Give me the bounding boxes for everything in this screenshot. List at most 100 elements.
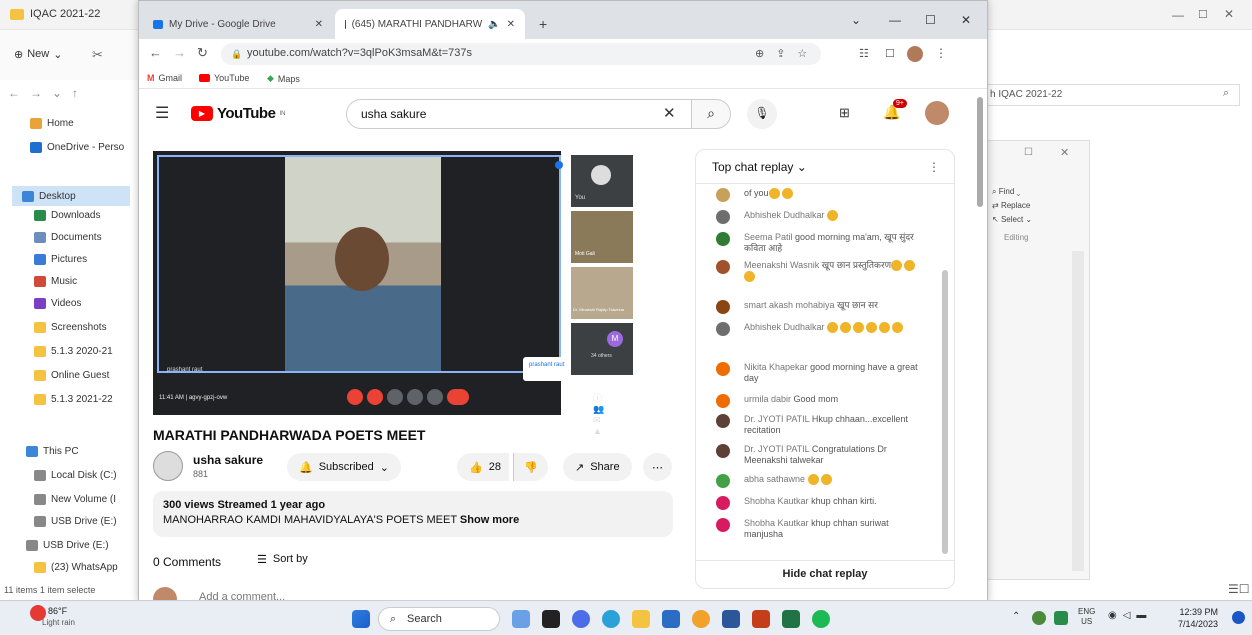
excel-icon[interactable] <box>782 610 800 628</box>
explorer-search-input[interactable]: h IQAC 2021-22 <box>985 84 1240 106</box>
sidebar-item[interactable]: This PC <box>26 446 79 457</box>
maximize-icon[interactable]: ☐ <box>1198 8 1208 21</box>
sidebar-item[interactable]: Screenshots <box>34 322 107 333</box>
sidebar-item[interactable]: Documents <box>34 232 102 243</box>
sidebar-item[interactable]: Local Disk (C:) <box>34 470 117 481</box>
nav-arrows-icon[interactable]: ←→⌄↑ <box>8 86 88 100</box>
start-windows-icon[interactable] <box>352 610 370 628</box>
hide-chat-replay-button[interactable]: Hide chat replay <box>696 560 954 588</box>
dislike-button[interactable]: 👎 <box>513 453 548 481</box>
view-toggle-icon[interactable]: ☰☐ <box>1228 582 1250 596</box>
page-scrollbar[interactable] <box>977 97 983 207</box>
edge-icon[interactable] <box>602 610 620 628</box>
share-button[interactable]: ↗ Share <box>563 453 632 481</box>
close-tab-icon[interactable]: ✕ <box>507 19 515 30</box>
like-button[interactable]: 👍 28 <box>457 453 509 481</box>
chat-menu-kebab-icon[interactable]: ⋮ <box>928 160 940 174</box>
extensions-icon[interactable]: ☷ <box>859 47 869 60</box>
close-icon[interactable]: ✕ <box>1060 146 1069 159</box>
task-view-icon[interactable] <box>512 610 530 628</box>
bookmark-maps[interactable]: ◆ Maps <box>267 73 300 84</box>
reload-icon[interactable]: ↻ <box>197 45 208 61</box>
close-icon[interactable]: ✕ <box>961 13 971 27</box>
sidebar-item[interactable]: Online Guest <box>34 370 109 381</box>
store-icon[interactable] <box>662 610 680 628</box>
sidebar-item[interactable]: 5.1.3 2020-21 <box>34 346 113 357</box>
sidebar-item[interactable]: USB Drive (E:) <box>26 540 109 551</box>
word-scrollbar[interactable] <box>1072 251 1084 571</box>
show-more-link[interactable]: Show more <box>460 514 519 526</box>
more-actions-button[interactable]: ⋯ <box>643 453 672 481</box>
new-button[interactable]: ⊕ New ⌄ <box>14 48 62 61</box>
search-input[interactable]: usha sakure <box>346 99 692 129</box>
close-icon[interactable]: ✕ <box>1224 7 1234 21</box>
youtube-logo[interactable]: ▶ YouTube IN <box>191 105 285 122</box>
close-tab-icon[interactable]: ✕ <box>315 19 323 30</box>
video-player[interactable]: prashant raut prashant raut You Moti Gal… <box>153 151 663 436</box>
wifi-volume-battery-icons[interactable]: ◉◁▬ <box>1108 610 1152 621</box>
notification-center-icon[interactable] <box>1232 611 1245 624</box>
menu-kebab-icon[interactable]: ⋮ <box>935 46 947 60</box>
spotify-icon[interactable] <box>812 610 830 628</box>
bookmark-youtube[interactable]: YouTube <box>199 73 249 83</box>
minimize-icon[interactable]: — <box>889 13 901 27</box>
voice-search-button[interactable]: 🎙 <box>747 99 777 129</box>
explorer-tab[interactable]: IQAC 2021-22 <box>10 8 100 20</box>
sidebar-item[interactable]: New Volume (I <box>34 494 116 505</box>
tab-google-drive[interactable]: My Drive - Google Drive ✕ <box>143 9 333 39</box>
cut-icon[interactable]: ✂ <box>92 47 103 63</box>
language-indicator[interactable]: ENG US <box>1078 607 1095 627</box>
sort-by-button[interactable]: ☰ Sort by <box>257 553 308 566</box>
file-explorer-icon[interactable] <box>632 610 650 628</box>
chat-app-icon[interactable] <box>572 610 590 628</box>
sidebar-item[interactable]: Music <box>34 276 77 287</box>
tab-youtube[interactable]: (645) MARATHI PANDHARW 🔈 ✕ <box>335 9 525 39</box>
channel-name[interactable]: usha sakure <box>193 453 263 467</box>
find-button[interactable]: ⌕ Find ⌄ <box>992 187 1020 197</box>
show-hidden-icons-icon[interactable]: ⌃ <box>1012 611 1020 622</box>
clock[interactable]: 12:39 PM 7/14/2023 <box>1178 606 1218 630</box>
account-avatar[interactable] <box>925 101 949 125</box>
word-icon[interactable] <box>722 610 740 628</box>
channel-avatar[interactable] <box>153 451 183 481</box>
sidebar-item[interactable]: Home <box>30 118 74 129</box>
tray-app-icon[interactable] <box>1032 611 1046 625</box>
sidebar-item[interactable]: Videos <box>34 298 81 309</box>
taskbar-search-button[interactable]: Search <box>378 607 500 631</box>
lock-icon[interactable]: 🔒 <box>231 49 242 60</box>
back-icon[interactable]: ← <box>149 45 162 60</box>
sidebar-item[interactable]: (23) WhatsApp <box>34 562 118 573</box>
tab-search-icon[interactable]: ⌄ <box>851 13 861 27</box>
chat-header[interactable]: Top chat replay ⌄ <box>696 150 954 184</box>
sidebar-item[interactable]: Pictures <box>34 254 87 265</box>
side-panel-icon[interactable]: ☐ <box>885 47 895 60</box>
hamburger-menu-icon[interactable]: ☰ <box>155 103 169 123</box>
chrome-icon[interactable] <box>692 610 710 628</box>
sidebar-item[interactable]: USB Drive (E:) <box>34 516 117 527</box>
select-button[interactable]: ↖ Select ⌄ <box>992 215 1032 224</box>
subscribed-button[interactable]: 🔔 Subscribed ⌄ <box>287 453 401 481</box>
widgets-icon[interactable] <box>542 610 560 628</box>
clear-search-icon[interactable]: ✕ <box>663 104 676 122</box>
maximize-icon[interactable]: ☐ <box>1024 147 1033 158</box>
description-box[interactable]: 300 views Streamed 1 year ago MANOHARRAO… <box>153 491 673 537</box>
sidebar-item[interactable]: Downloads <box>34 210 100 221</box>
replace-button[interactable]: ⇄ Replace <box>992 201 1030 210</box>
minimize-icon[interactable]: — <box>1172 8 1184 22</box>
sidebar-item[interactable]: OneDrive - Perso <box>30 142 124 153</box>
sidebar-item[interactable]: Desktop <box>12 186 130 206</box>
tray-app2-icon[interactable] <box>1054 611 1068 625</box>
create-video-icon[interactable]: ⊞ <box>839 105 850 121</box>
forward-icon[interactable]: → <box>173 45 186 60</box>
maximize-icon[interactable]: ☐ <box>925 13 936 27</box>
audio-icon[interactable]: 🔈 <box>488 19 500 30</box>
address-bar[interactable]: youtube.com/watch?v=3qlPoK3msaM&t=737s <box>221 43 821 65</box>
powerpoint-icon[interactable] <box>752 610 770 628</box>
sidebar-item[interactable]: 5.1.3 2021-22 <box>34 394 113 405</box>
page-actions-icons[interactable]: ⊕⇪☆ <box>755 47 819 60</box>
new-tab-button[interactable]: + <box>529 9 557 39</box>
chat-scrollbar[interactable] <box>942 270 948 554</box>
bookmark-gmail[interactable]: M Gmail <box>147 73 182 83</box>
profile-avatar[interactable] <box>907 46 923 62</box>
search-button[interactable]: ⌕ <box>691 99 731 129</box>
